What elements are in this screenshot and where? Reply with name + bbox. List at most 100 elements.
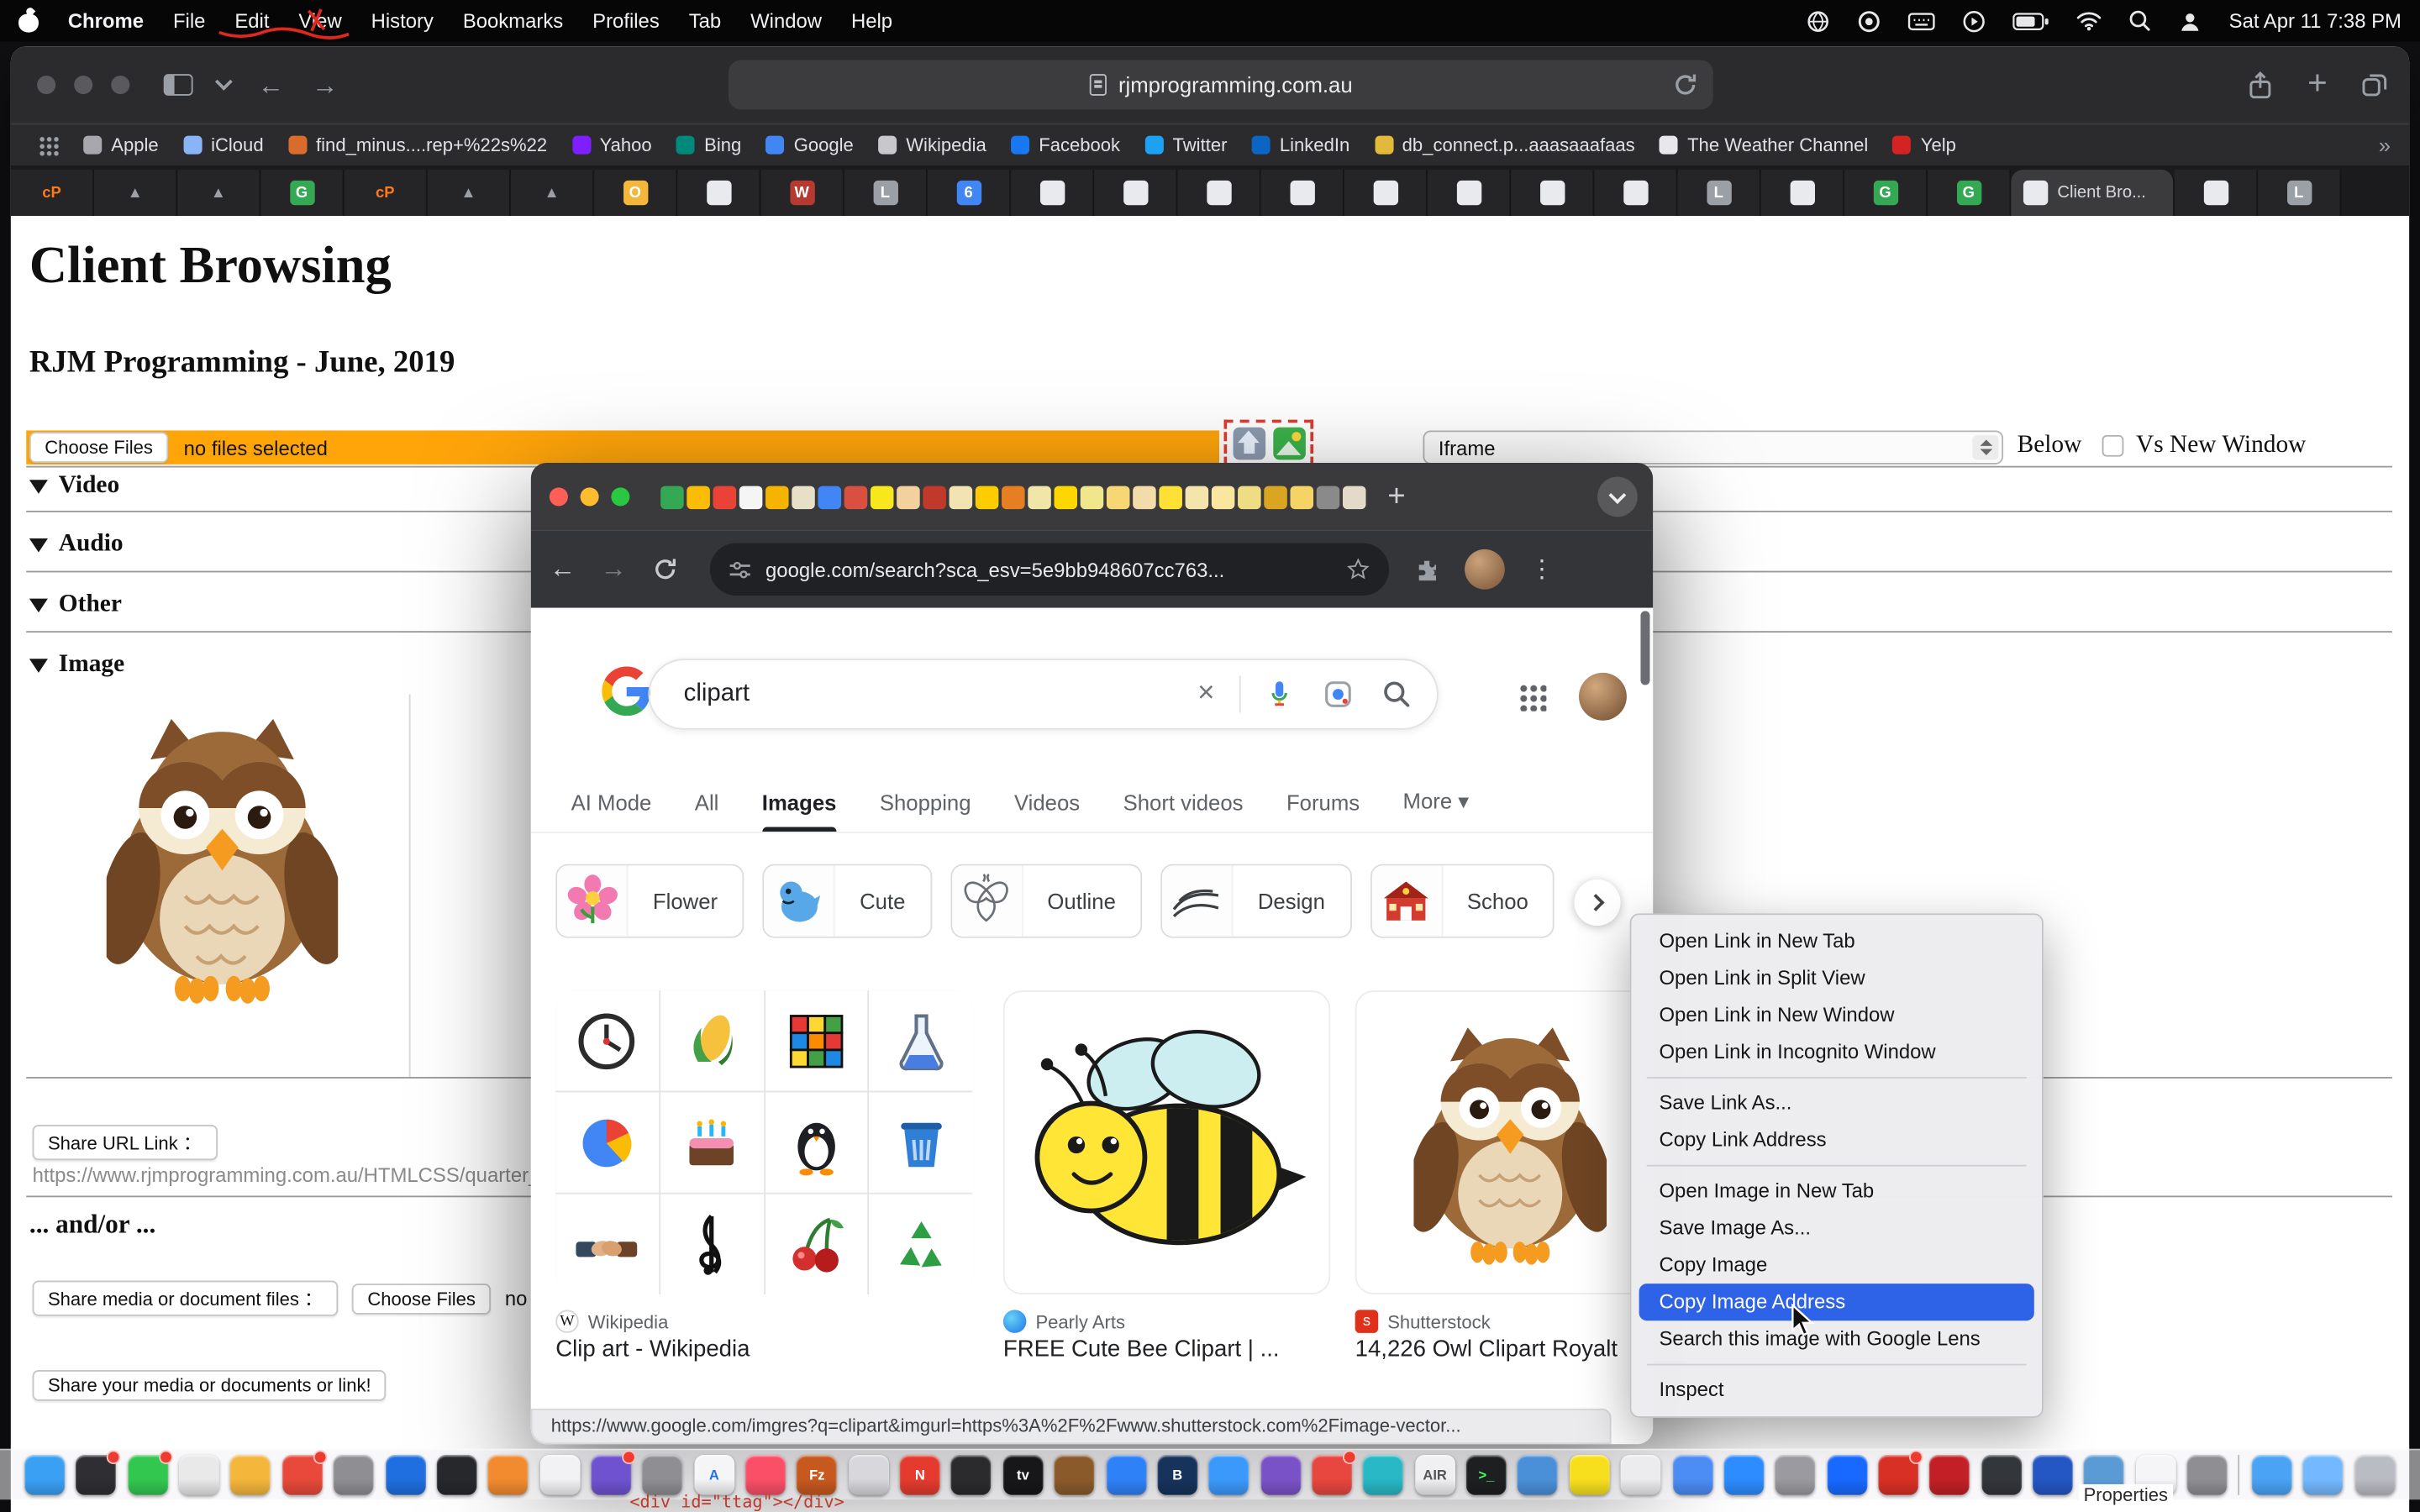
menu-bar-clock[interactable]: Sat Apr 11 7:38 PM [2229, 9, 2402, 33]
popup-tab[interactable] [765, 486, 789, 509]
results-tab-all[interactable]: All [695, 790, 719, 832]
dock-app-icon[interactable]: tv [1003, 1455, 1044, 1495]
result-source[interactable]: W Wikipedia [555, 1310, 668, 1333]
back-button[interactable]: ← [550, 554, 576, 585]
bookmark-linkedin[interactable]: LinkedIn [1252, 134, 1349, 156]
status-circle-icon[interactable] [1857, 8, 1881, 33]
clear-search-icon[interactable]: × [1182, 677, 1230, 711]
play-circle-icon[interactable] [1962, 8, 1986, 33]
popup-tab[interactable] [1107, 486, 1130, 509]
dock-app-icon[interactable] [1312, 1455, 1352, 1495]
address-bar[interactable]: google.com/search?sca_esv=5e9bb948607cc7… [710, 543, 1389, 596]
chip-cute[interactable]: Cute [762, 864, 931, 938]
tab[interactable] [1261, 170, 1344, 216]
dock-finder-icon[interactable] [24, 1455, 65, 1495]
google-logo[interactable] [602, 666, 651, 716]
bookmark-facebook[interactable]: Facebook [1011, 134, 1120, 156]
dock-app-icon[interactable] [1363, 1455, 1403, 1495]
dock-app-icon[interactable] [1929, 1455, 1970, 1495]
dock-app-icon[interactable] [488, 1455, 529, 1495]
profile-avatar[interactable] [1465, 549, 1505, 590]
popup-tab[interactable] [1343, 486, 1366, 509]
share-media-label-button[interactable]: Share media or document files ： [33, 1280, 339, 1315]
dock-app-icon[interactable] [437, 1455, 477, 1495]
results-tab-forums[interactable]: Forums [1286, 790, 1360, 832]
extensions-puzzle-icon[interactable] [1413, 556, 1439, 582]
dock-app-icon[interactable] [385, 1455, 425, 1495]
dock-app-icon[interactable]: N [900, 1455, 940, 1495]
new-tab-button[interactable]: + [2307, 66, 2328, 100]
reload-icon[interactable] [1671, 71, 1699, 98]
tab[interactable]: ▲ [94, 170, 177, 216]
tab[interactable] [1594, 170, 1677, 216]
iframe-target-select[interactable]: Iframe [1423, 430, 2003, 464]
dock-app-icon[interactable] [1878, 1455, 1918, 1495]
battery-icon[interactable] [2012, 12, 2049, 30]
dock-app-icon[interactable] [179, 1455, 219, 1495]
choose-files-button[interactable]: Choose Files [29, 432, 168, 463]
bookmark-apple[interactable]: Apple [83, 134, 158, 156]
dock-app-icon[interactable] [591, 1455, 631, 1495]
popup-tab[interactable] [1133, 486, 1156, 509]
forward-button[interactable]: → [312, 71, 338, 97]
chips-scroll-right-button[interactable] [1574, 879, 1620, 926]
dock-app-icon[interactable]: >_ [1466, 1455, 1507, 1495]
forward-button[interactable]: → [600, 554, 626, 585]
tab[interactable]: L [844, 170, 928, 216]
dock-app-icon[interactable] [2033, 1455, 2073, 1495]
tab[interactable] [1761, 170, 1844, 216]
wifi-icon[interactable] [2076, 11, 2102, 31]
tab[interactable]: G [260, 170, 344, 216]
context-item-open-link-in-new-window[interactable]: Open Link in New Window [1631, 997, 2042, 1034]
app-menu-chrome[interactable]: Chrome [68, 9, 144, 33]
tab[interactable]: cP [345, 170, 428, 216]
dock-app-icon[interactable] [2187, 1455, 2228, 1495]
chip-design[interactable]: Design [1160, 864, 1351, 938]
context-item-save-image-as[interactable]: Save Image As... [1631, 1210, 2042, 1247]
bookmark-the-weather-channel[interactable]: The Weather Channel [1660, 134, 1868, 156]
tab[interactable]: O [594, 170, 677, 216]
result-image-owl-clipart[interactable] [1355, 990, 1653, 1294]
dock-app-icon[interactable] [745, 1455, 786, 1495]
dock-app-icon[interactable] [1672, 1455, 1712, 1495]
bookmark-yelp[interactable]: Yelp [1893, 134, 1956, 156]
result-title[interactable]: Clip art - Wikipedia [555, 1336, 750, 1362]
share-icon[interactable] [2248, 71, 2274, 100]
site-settings-icon[interactable] [729, 558, 752, 581]
share-url-input[interactable]: https://www.rjmprogramming.com.au/HTMLCS… [33, 1163, 540, 1187]
tab[interactable] [1094, 170, 1177, 216]
google-apps-grid-icon[interactable] [1518, 684, 1546, 711]
chip-outline[interactable]: Outline [950, 864, 1142, 938]
reload-icon[interactable] [651, 555, 679, 583]
bookmark-bing[interactable]: Bing [676, 134, 741, 156]
popup-tab[interactable] [660, 486, 684, 509]
menu-bookmarks[interactable]: Bookmarks [463, 9, 563, 33]
new-tab-button[interactable]: + [1387, 479, 1405, 514]
bookmark-db-connect-p-aaasaaafaas[interactable]: db_connect.p...aaasaaafaas [1375, 134, 1635, 156]
dock-app-icon[interactable]: Fz [797, 1455, 837, 1495]
bookmark-icloud[interactable]: iCloud [183, 134, 264, 156]
popup-tab[interactable] [1238, 486, 1261, 509]
popup-tab[interactable] [1212, 486, 1235, 509]
results-tab-more[interactable]: More ▾ [1403, 789, 1470, 832]
tab-overview-icon[interactable] [2361, 72, 2387, 97]
menu-history[interactable]: History [371, 9, 434, 33]
vs-new-window-checkbox[interactable] [2102, 435, 2124, 457]
result-title[interactable]: FREE Cute Bee Clipart | ... [1003, 1336, 1280, 1362]
dock-app-icon[interactable] [1621, 1455, 1661, 1495]
section-image[interactable]: Image [29, 651, 124, 679]
results-tab-short-videos[interactable]: Short videos [1123, 790, 1244, 832]
menu-profiles[interactable]: Profiles [592, 9, 660, 33]
section-other[interactable]: Other [29, 591, 122, 618]
dock-app-icon[interactable] [1106, 1455, 1146, 1495]
popup-tab[interactable] [897, 486, 920, 509]
dock-folder-icon[interactable] [2303, 1455, 2344, 1495]
dock-app-icon[interactable] [1827, 1455, 1867, 1495]
popup-tab[interactable] [1317, 486, 1340, 509]
context-item-open-link-in-incognito-window[interactable]: Open Link in Incognito Window [1631, 1034, 2042, 1071]
popup-tab[interactable] [1159, 486, 1182, 509]
results-tab-videos[interactable]: Videos [1014, 790, 1080, 832]
zoom-window-button[interactable] [611, 487, 629, 506]
spotlight-search-icon[interactable] [2128, 9, 2152, 33]
tab[interactable]: L [1678, 170, 1761, 216]
